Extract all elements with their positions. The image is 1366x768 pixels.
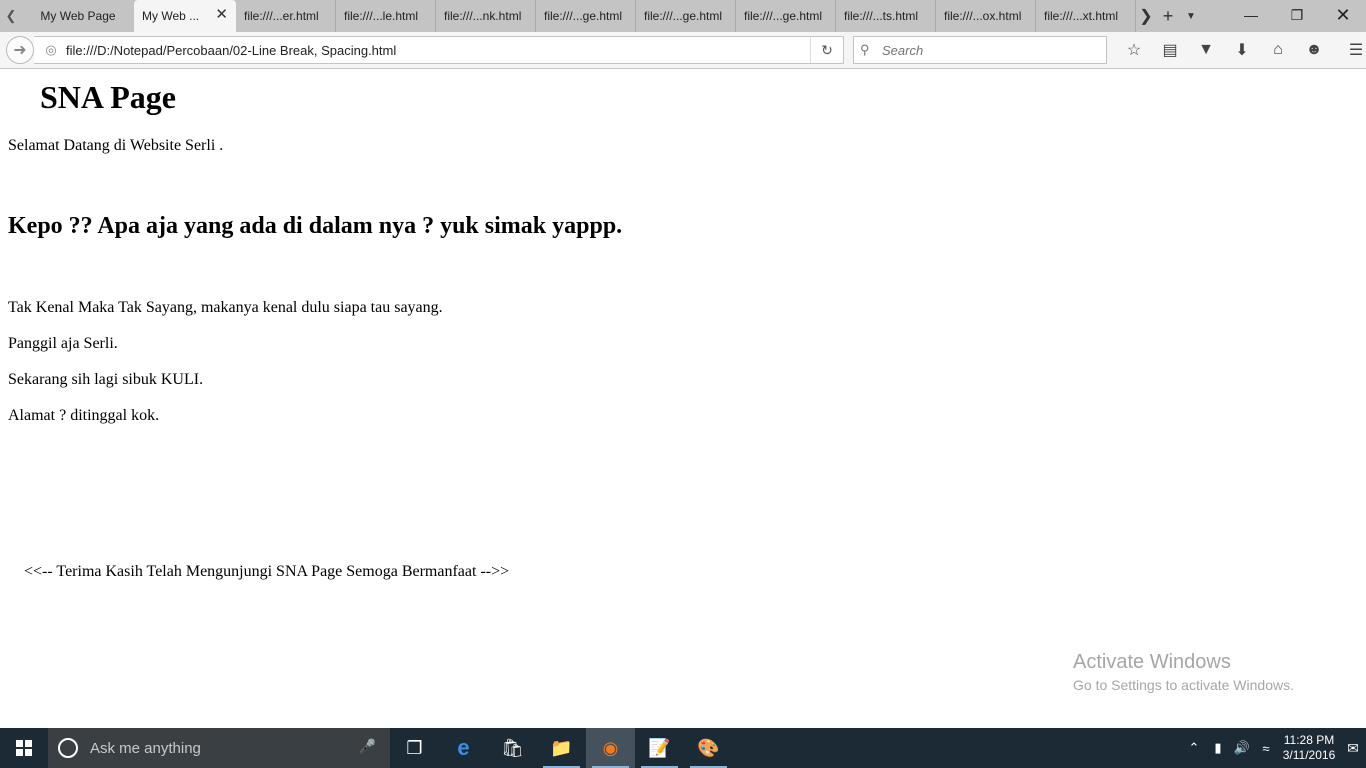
tab-label: file:///...nk.html (444, 9, 522, 23)
tab-label: file:///...ge.html (744, 9, 823, 23)
footer-text: <<-- Terima Kasih Telah Mengunjungi SNA … (24, 563, 510, 580)
paragraph: Alamat ? ditinggal kok. (8, 407, 160, 424)
firefox-icon[interactable]: ◉ (586, 728, 635, 768)
window-controls: — ❐ ✕ (1228, 0, 1366, 30)
chevron-up-icon[interactable]: ⌃ (1182, 740, 1206, 756)
tab-4[interactable]: file:///...nk.html (436, 0, 536, 32)
tab-scroll-left-icon[interactable]: ❮ (0, 0, 22, 32)
microphone-icon[interactable]: 🎤 (359, 738, 376, 755)
search-icon: ⚲ (860, 42, 870, 57)
edge-icon[interactable]: e (439, 728, 488, 768)
restore-icon[interactable]: ❐ (1274, 0, 1320, 30)
tab-1[interactable]: My Web ... ✕ (134, 0, 236, 32)
store-icon[interactable]: 🛍 (488, 728, 537, 768)
tab-8[interactable]: file:///...ts.html (836, 0, 936, 32)
reload-icon[interactable]: ↻ (810, 37, 843, 63)
tab-label: file:///...er.html (244, 9, 319, 23)
tab-label: My Web ... (142, 9, 200, 23)
page-content: SNA Page Selamat Datang di Website Serli… (0, 69, 1366, 728)
network-icon[interactable]: ≈ (1254, 741, 1278, 756)
welcome-text: Selamat Datang di Website Serli . (8, 137, 224, 154)
tab-label: file:///...xt.html (1044, 9, 1119, 23)
volume-icon[interactable]: 🔊 (1230, 740, 1254, 756)
tab-5[interactable]: file:///...ge.html (536, 0, 636, 32)
paragraph: Sekarang sih lagi sibuk KULI. (8, 371, 204, 388)
tab-6[interactable]: file:///...ge.html (636, 0, 736, 32)
tab-label: file:///...ts.html (844, 9, 919, 23)
activate-windows-title: Activate Windows (1073, 651, 1231, 673)
clock[interactable]: 11:28 PM 3/11/2016 (1278, 733, 1340, 763)
url-bar[interactable]: ◎ file:///D:/Notepad/Percobaan/02-Line B… (34, 36, 844, 64)
globe-icon: ◎ (45, 42, 57, 57)
new-tab-icon[interactable]: + (1156, 0, 1180, 32)
windows-start-icon[interactable] (0, 728, 48, 768)
feedback-icon[interactable]: ☻ (1296, 36, 1332, 64)
tab-label: file:///...le.html (344, 9, 419, 23)
clock-date: 3/11/2016 (1282, 748, 1336, 762)
tab-3[interactable]: file:///...le.html (336, 0, 436, 32)
close-icon[interactable]: ✕ (215, 7, 228, 22)
paragraph: Tak Kenal Maka Tak Sayang, makanya kenal… (8, 299, 443, 316)
reading-list-icon[interactable]: ▤ (1152, 36, 1188, 64)
back-icon[interactable]: ➜ (6, 36, 34, 64)
paint-icon[interactable]: 🎨 (684, 728, 733, 768)
search-bar[interactable]: ⚲ (853, 36, 1107, 64)
menu-icon[interactable]: ☰ (1338, 36, 1366, 64)
tab-10[interactable]: file:///...xt.html (1036, 0, 1136, 32)
navigation-toolbar: ➜ ◎ file:///D:/Notepad/Percobaan/02-Line… (0, 32, 1366, 69)
tab-label: file:///...ox.html (944, 9, 1022, 23)
file-explorer-icon[interactable]: 📁 (537, 728, 586, 768)
task-view-icon[interactable]: ❐ (390, 728, 439, 768)
system-tray: ⌃ ▮ 🔊 ≈ 11:28 PM 3/11/2016 ✉ (1182, 728, 1366, 768)
tab-list-chevron-down-icon[interactable]: ▼ (1180, 0, 1202, 32)
tab-label: file:///...ge.html (544, 9, 623, 23)
tab-2[interactable]: file:///...er.html (236, 0, 336, 32)
toolbar-icons: ☆ ▤ ▼ ⬇ ⌂ ☻ ☰ (1116, 36, 1366, 64)
tab-7[interactable]: file:///...ge.html (736, 0, 836, 32)
battery-icon[interactable]: ▮ (1206, 740, 1230, 756)
cortana-placeholder: Ask me anything (90, 739, 201, 757)
tab-strip: ❮ My Web Page My Web ... ✕ file:///...er.… (0, 0, 1366, 32)
page-title: SNA Page (40, 79, 176, 115)
paragraph: Panggil aja Serli. (8, 335, 118, 352)
star-icon[interactable]: ☆ (1116, 36, 1152, 64)
page-subheading: Kepo ?? Apa aja yang ada di dalam nya ? … (8, 213, 623, 239)
minimize-icon[interactable]: — (1228, 0, 1274, 30)
download-icon[interactable]: ⬇ (1224, 36, 1260, 64)
action-center-icon[interactable]: ✉ (1340, 740, 1366, 757)
cortana-search-box[interactable]: Ask me anything 🎤 (48, 728, 390, 768)
cortana-icon (58, 738, 78, 758)
tab-0[interactable]: My Web Page (22, 0, 134, 32)
notepad-icon[interactable]: 📝 (635, 728, 684, 768)
activate-windows-subtitle: Go to Settings to activate Windows. (1073, 677, 1294, 693)
pocket-icon[interactable]: ▼ (1188, 36, 1224, 64)
url-text[interactable]: file:///D:/Notepad/Percobaan/02-Line Bre… (66, 43, 396, 58)
tab-scroll-right-icon[interactable]: ❯ (1136, 0, 1156, 32)
search-input[interactable] (880, 41, 1084, 59)
tab-label: My Web Page (40, 9, 116, 23)
window-close-icon[interactable]: ✕ (1320, 0, 1366, 30)
home-icon[interactable]: ⌂ (1260, 36, 1296, 64)
clock-time: 11:28 PM (1283, 733, 1335, 747)
taskbar: Ask me anything 🎤 ❐ e 🛍 📁 ◉ 📝 🎨 ⌃ ▮ 🔊 ≈ … (0, 728, 1366, 768)
tab-label: file:///...ge.html (644, 9, 723, 23)
tab-9[interactable]: file:///...ox.html (936, 0, 1036, 32)
